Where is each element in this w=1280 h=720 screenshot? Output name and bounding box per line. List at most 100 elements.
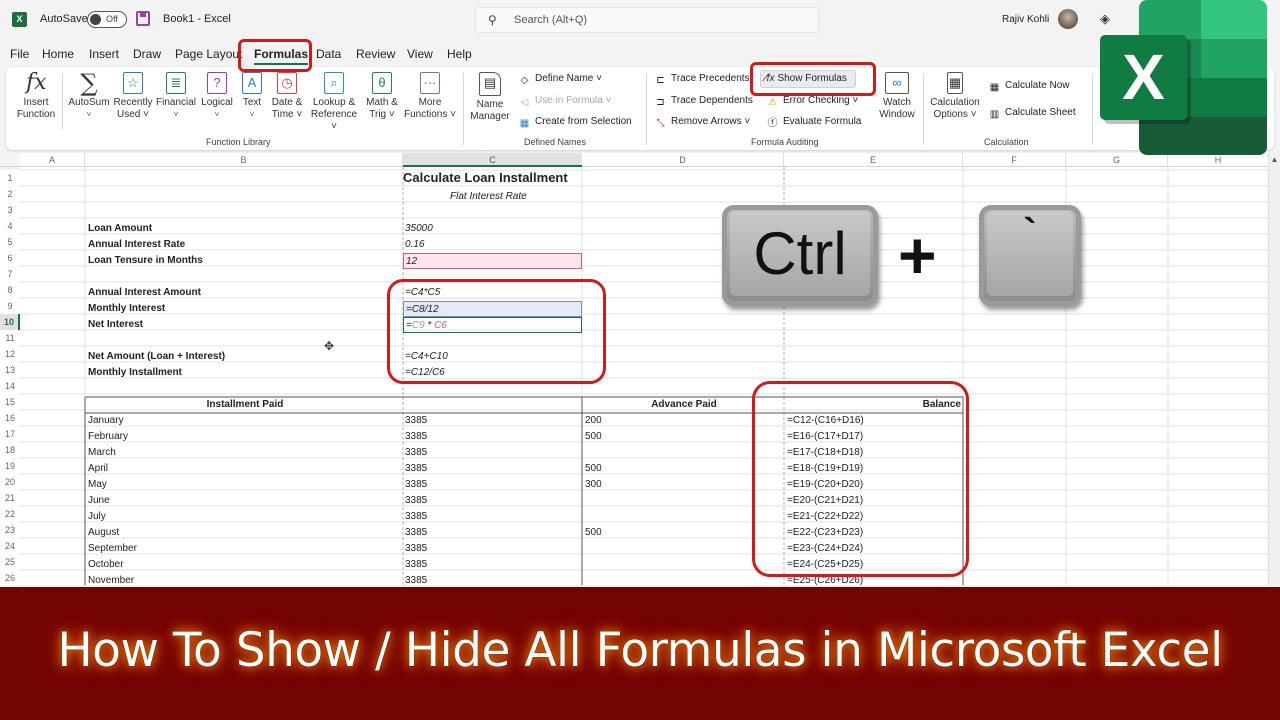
table-cell-advance[interactable]: 200 xyxy=(583,413,602,429)
sheet-subtitle[interactable]: Flat Interest Rate xyxy=(448,189,527,205)
table-cell-installment[interactable]: 3385 xyxy=(403,525,427,541)
header-installment-paid[interactable]: Installment Paid xyxy=(85,397,403,413)
row-header-3[interactable]: 3 xyxy=(0,202,20,218)
table-cell-month[interactable]: March xyxy=(86,445,116,461)
column-header-h[interactable]: H xyxy=(1168,153,1268,167)
column-header-c[interactable]: C xyxy=(403,153,582,167)
column-header-a[interactable]: A xyxy=(20,153,85,167)
label-annual-rate[interactable]: Annual Interest Rate xyxy=(86,237,185,253)
table-cell-installment[interactable]: 3385 xyxy=(403,461,427,477)
column-header-e[interactable]: E xyxy=(784,153,963,167)
table-cell-advance[interactable] xyxy=(583,445,585,461)
sheet-title[interactable]: Calculate Loan Installment xyxy=(401,170,568,186)
tab-help[interactable]: Help xyxy=(447,47,472,61)
scroll-up-icon[interactable]: ▲ xyxy=(1269,155,1280,164)
table-cell-advance[interactable]: 500 xyxy=(583,525,602,541)
table-cell-installment[interactable]: 3385 xyxy=(403,493,427,509)
row-header-23[interactable]: 23 xyxy=(0,522,20,538)
error-checking-button[interactable]: ⚠ Error Checking ˅ xyxy=(766,95,858,109)
column-header-b[interactable]: B xyxy=(85,153,403,167)
table-cell-month[interactable]: April xyxy=(86,461,108,477)
row-header-26[interactable]: 26 xyxy=(0,570,20,586)
table-cell-installment[interactable]: 3385 xyxy=(403,445,427,461)
row-header-20[interactable]: 20 xyxy=(0,474,20,490)
column-header-f[interactable]: F xyxy=(963,153,1066,167)
text-button[interactable]: A Text ˅ xyxy=(238,72,266,121)
value-loan-tenure[interactable]: 12 xyxy=(403,253,582,269)
table-cell-installment[interactable]: 3385 xyxy=(403,413,427,429)
row-header-7[interactable]: 7 xyxy=(0,266,20,282)
label-net-interest[interactable]: Net Interest xyxy=(86,317,143,333)
label-monthly-installment[interactable]: Monthly Installment xyxy=(86,365,182,381)
user-name[interactable]: Rajiv Kohli xyxy=(1002,14,1049,25)
row-header-5[interactable]: 5 xyxy=(0,234,20,250)
calculate-sheet-button[interactable]: ▥ Calculate Sheet xyxy=(988,107,1076,121)
tab-home[interactable]: Home xyxy=(42,47,74,61)
row-header-12[interactable]: 12 xyxy=(0,346,20,362)
row-header-1[interactable]: 1 xyxy=(0,170,20,186)
autosave-toggle[interactable]: Off xyxy=(87,11,127,28)
table-cell-installment[interactable]: 3385 xyxy=(403,541,427,557)
search-input[interactable]: ⚲ Search (Alt+Q) xyxy=(475,7,819,33)
trace-precedents-button[interactable]: ⊏ Trace Precedents xyxy=(654,73,749,87)
table-cell-installment[interactable]: 3385 xyxy=(403,429,427,445)
recently-used-button[interactable]: ☆ Recently Used ˅ xyxy=(112,72,154,121)
table-cell-installment[interactable]: 3385 xyxy=(403,557,427,573)
table-cell-advance[interactable]: 500 xyxy=(583,461,602,477)
avatar[interactable] xyxy=(1058,9,1078,29)
column-header-d[interactable]: D xyxy=(582,153,784,167)
label-net-amount[interactable]: Net Amount (Loan + Interest) xyxy=(86,349,225,365)
table-cell-month[interactable]: November xyxy=(86,573,134,585)
tab-review[interactable]: Review xyxy=(356,47,395,61)
remove-arrows-button[interactable]: ⤡ Remove Arrows ˅ xyxy=(654,116,751,130)
table-cell-advance[interactable]: 300 xyxy=(583,477,602,493)
row-header-19[interactable]: 19 xyxy=(0,458,20,474)
date-time-button[interactable]: ◷ Date & Time ˅ xyxy=(268,72,306,121)
row-header-10[interactable]: 10 xyxy=(0,314,20,330)
row-header-25[interactable]: 25 xyxy=(0,554,20,570)
row-header-16[interactable]: 16 xyxy=(0,410,20,426)
column-header-g[interactable]: G xyxy=(1066,153,1168,167)
define-name-button[interactable]: ◇ Define Name ˅ xyxy=(518,73,602,87)
label-loan-amount[interactable]: Loan Amount xyxy=(86,221,152,237)
tab-data[interactable]: Data xyxy=(316,47,341,61)
table-cell-advance[interactable] xyxy=(583,541,585,557)
table-cell-advance[interactable] xyxy=(583,509,585,525)
autosum-button[interactable]: ∑ AutoSum ˅ xyxy=(66,71,112,121)
tab-view[interactable]: View xyxy=(407,47,433,61)
evaluate-formula-button[interactable]: ⓕ Evaluate Formula xyxy=(766,116,862,130)
row-header-24[interactable]: 24 xyxy=(0,538,20,554)
table-cell-advance[interactable] xyxy=(583,557,585,573)
row-header-18[interactable]: 18 xyxy=(0,442,20,458)
table-cell-month[interactable]: August xyxy=(86,525,119,541)
trace-dependents-button[interactable]: ⊐ Trace Dependents xyxy=(654,95,753,109)
row-header-4[interactable]: 4 xyxy=(0,218,20,234)
label-loan-tenure[interactable]: Loan Tensure in Months xyxy=(86,253,203,269)
table-cell-installment[interactable]: 3385 xyxy=(403,573,427,585)
tab-insert[interactable]: Insert xyxy=(89,47,119,61)
table-cell-month[interactable]: July xyxy=(86,509,106,525)
tab-draw[interactable]: Draw xyxy=(133,47,161,61)
row-header-13[interactable]: 13 xyxy=(0,362,20,378)
row-header-17[interactable]: 17 xyxy=(0,426,20,442)
table-cell-advance[interactable] xyxy=(583,573,585,585)
table-cell-installment[interactable]: 3385 xyxy=(403,477,427,493)
table-cell-advance[interactable] xyxy=(583,493,585,509)
use-in-formula-button[interactable]: ◁ Use in Formula ˅ xyxy=(518,95,612,109)
name-manager-button[interactable]: ▤ Name Manager xyxy=(468,72,512,123)
table-cell-month[interactable]: October xyxy=(86,557,124,573)
calculation-options-button[interactable]: ▦ Calculation Options ˅ xyxy=(926,72,984,121)
table-cell-month[interactable]: January xyxy=(86,413,124,429)
row-header-9[interactable]: 9 xyxy=(0,298,20,314)
table-cell-month[interactable]: February xyxy=(86,429,128,445)
row-header-21[interactable]: 21 xyxy=(0,490,20,506)
create-from-selection-button[interactable]: ▦ Create from Selection xyxy=(518,116,632,130)
calculate-now-button[interactable]: ▦ Calculate Now xyxy=(988,80,1070,94)
row-header-2[interactable]: 2 xyxy=(0,186,20,202)
more-functions-button[interactable]: ··· More Functions ˅ xyxy=(404,72,456,121)
row-header-11[interactable]: 11 xyxy=(0,330,20,346)
table-cell-month[interactable]: June xyxy=(86,493,110,509)
vertical-scrollbar[interactable]: ▲ xyxy=(1268,153,1280,585)
logical-button[interactable]: ? Logical ˅ xyxy=(198,72,236,121)
table-cell-advance[interactable]: 500 xyxy=(583,429,602,445)
